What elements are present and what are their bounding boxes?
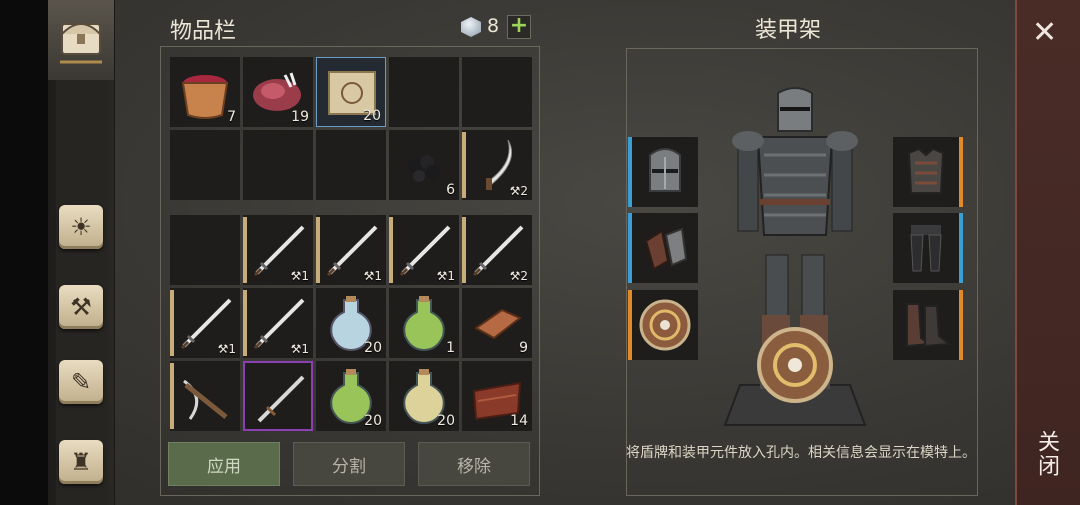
boots-slot[interactable] — [893, 290, 963, 360]
item-count: 1 — [446, 340, 455, 356]
slot-sword[interactable]: ⚒1 — [243, 288, 313, 358]
slot-raw-meat[interactable]: 19 — [243, 57, 313, 127]
item-durability: ⚒2 — [509, 184, 528, 198]
armor-title: 装甲架 — [755, 18, 822, 43]
boots-icon — [906, 303, 952, 348]
item-durability: ⚒1 — [436, 269, 455, 283]
item-durability: ⚒1 — [290, 269, 309, 283]
tab-character[interactable]: ♜ — [54, 435, 108, 489]
item-count: 20 — [364, 340, 382, 356]
item-durability: ⚒1 — [217, 342, 236, 356]
screen-edge — [0, 0, 48, 505]
sun-book-icon: ☀ — [59, 205, 103, 249]
leg-armor-icon — [910, 225, 942, 272]
slot-sword[interactable]: ⚒2 — [462, 215, 532, 285]
armor-mannequin — [723, 87, 867, 426]
item-count: 9 — [519, 340, 528, 356]
slot-jerky[interactable]: 14 — [462, 361, 532, 431]
scroll-icon: ✎ — [59, 360, 103, 404]
slot-potion-green[interactable]: 20 — [316, 361, 386, 431]
tab-inventory[interactable] — [48, 0, 114, 80]
slot-rare-sword[interactable] — [243, 361, 313, 431]
gloves-icon — [644, 227, 688, 271]
slot-coal[interactable]: 6 — [389, 130, 459, 200]
slot-sword[interactable]: ⚒1 — [316, 215, 386, 285]
shield-icon — [639, 299, 691, 351]
chest-armor-slot[interactable] — [893, 137, 963, 207]
armor-description: 将盾牌和装甲元件放入孔内。相关信息会显示在模特上。 — [626, 445, 976, 461]
empty-slot[interactable] — [462, 57, 532, 127]
slot-copper-ingot[interactable]: 9 — [462, 288, 532, 358]
apply-button[interactable]: 应用 — [168, 442, 280, 486]
crossbow-icon — [183, 379, 228, 420]
slot-potion-green[interactable]: 1 — [389, 288, 459, 358]
slot-berry-basket[interactable]: 7 — [170, 57, 240, 127]
chest-armor-icon — [907, 147, 945, 194]
shield-slot[interactable] — [628, 290, 698, 360]
inventory-title: 物品栏 — [170, 19, 237, 44]
helmet-slot[interactable] — [628, 137, 698, 207]
close-label[interactable]: 关闭 — [1032, 430, 1062, 478]
empty-slot[interactable] — [389, 57, 459, 127]
character-icon: ♜ — [59, 440, 103, 484]
item-count: 20 — [437, 413, 455, 429]
add-currency-button[interactable]: + — [507, 15, 531, 39]
slot-potion-yellow[interactable]: 20 — [389, 361, 459, 431]
gloves-slot[interactable] — [628, 213, 698, 283]
slot-sword[interactable]: ⚒1 — [243, 215, 313, 285]
tab-quests[interactable]: ✎ — [54, 355, 108, 409]
item-count: 14 — [510, 413, 528, 429]
item-count: 6 — [446, 182, 455, 198]
rare-sword-icon — [257, 375, 305, 423]
split-button[interactable]: 分割 — [293, 442, 405, 486]
empty-slot[interactable] — [316, 130, 386, 200]
sidebar: ☀ ⚒ ✎ ♜ — [48, 0, 115, 505]
empty-slot[interactable] — [170, 130, 240, 200]
empty-slot[interactable] — [170, 215, 240, 285]
item-durability: ⚒1 — [290, 342, 309, 356]
close-icon[interactable]: ✕ — [1032, 18, 1057, 48]
item-count: 20 — [363, 108, 381, 124]
chest-icon — [60, 23, 102, 64]
hammer-icon: ⚒ — [59, 285, 103, 329]
slot-scroll-map[interactable]: 20 — [316, 57, 386, 127]
leg-armor-slot[interactable] — [893, 213, 963, 283]
item-count: 7 — [227, 109, 236, 125]
item-durability: ⚒1 — [363, 269, 382, 283]
slot-potion-blue[interactable]: 20 — [316, 288, 386, 358]
slot-sickle[interactable]: ⚒2 — [462, 130, 532, 200]
slot-sword[interactable]: ⚒1 — [389, 215, 459, 285]
item-count: 20 — [364, 413, 382, 429]
tab-crafting[interactable]: ⚒ — [54, 280, 108, 334]
remove-button[interactable]: 移除 — [418, 442, 530, 486]
tab-journal[interactable]: ☀ — [54, 200, 108, 254]
currency-count: 8 — [487, 15, 500, 37]
empty-slot[interactable] — [243, 130, 313, 200]
item-count: 19 — [291, 109, 309, 125]
slot-sword[interactable]: ⚒1 — [170, 288, 240, 358]
item-durability: ⚒2 — [509, 269, 528, 283]
helmet-icon — [649, 148, 681, 192]
slot-crossbow[interactable] — [170, 361, 240, 431]
